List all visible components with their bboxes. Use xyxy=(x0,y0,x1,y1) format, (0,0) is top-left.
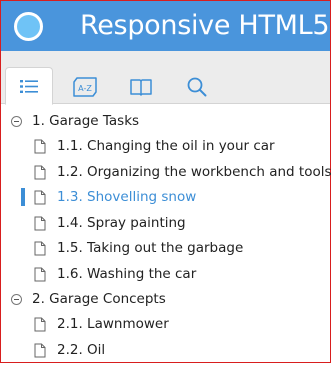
tab-index[interactable]: A-Z xyxy=(61,68,109,105)
search-icon xyxy=(187,77,207,96)
list-icon xyxy=(20,79,38,93)
toc-chapter-garage-concepts[interactable]: 2. Garage Concepts xyxy=(1,288,330,314)
a-z-index-icon: A-Z xyxy=(73,76,97,97)
toc-topic[interactable]: 1.2. Organizing the workbench and tools xyxy=(1,161,331,187)
tab-search[interactable] xyxy=(173,68,221,105)
toc-topic-label: 1.1. Changing the oil in your car xyxy=(57,138,275,154)
toc-chapter-garage-tasks[interactable]: 1. Garage Tasks xyxy=(1,110,330,136)
toc-topic[interactable]: 2.2. Oil xyxy=(1,339,330,365)
toc-topic-label: 1.6. Washing the car xyxy=(57,266,197,282)
tab-contents[interactable] xyxy=(5,67,53,105)
toc-topic-label: 2.2. Oil xyxy=(57,342,106,358)
document-icon xyxy=(34,343,46,358)
document-icon xyxy=(34,165,46,180)
document-icon xyxy=(34,190,46,205)
tab-glossary[interactable] xyxy=(117,68,165,105)
toc-topic-selected[interactable]: 1.3. Shovelling snow xyxy=(1,186,330,212)
toc-topic[interactable]: 2.1. Lawnmower xyxy=(1,313,330,339)
toc-topic[interactable]: 1.5. Taking out the garbage xyxy=(1,237,330,263)
toc-topic-label: 1.4. Spray painting xyxy=(57,215,186,231)
tab-bar: A-Z xyxy=(1,51,330,105)
circle-logo-icon xyxy=(14,12,43,41)
toc-topic-label: 1.3. Shovelling snow xyxy=(57,189,197,205)
toc-chapter-label: 1. Garage Tasks xyxy=(32,113,140,129)
collapse-toggle-icon[interactable] xyxy=(11,294,22,305)
open-book-icon xyxy=(130,78,152,96)
document-icon xyxy=(34,267,46,282)
document-icon xyxy=(34,317,46,332)
toc-chapter-label: 2. Garage Concepts xyxy=(32,291,166,307)
toc-topic-label: 2.1. Lawnmower xyxy=(57,316,169,332)
toc-topic[interactable]: 1.4. Spray painting xyxy=(1,212,330,238)
document-icon xyxy=(34,139,46,154)
toc-topic-label: 1.5. Taking out the garbage xyxy=(57,240,244,256)
document-icon xyxy=(34,216,46,231)
toc-topic-label: 1.2. Organizing the workbench and tools xyxy=(57,164,331,180)
a-z-label: A-Z xyxy=(78,84,92,93)
page-title: Responsive HTML5 xyxy=(80,10,330,41)
header-bar: Responsive HTML5 xyxy=(1,1,330,51)
collapse-toggle-icon[interactable] xyxy=(11,116,22,127)
toc-topic[interactable]: 1.6. Washing the car xyxy=(1,263,330,289)
document-icon xyxy=(34,241,46,256)
selection-indicator xyxy=(21,188,25,206)
toc-topic[interactable]: 1.1. Changing the oil in your car xyxy=(1,135,330,161)
